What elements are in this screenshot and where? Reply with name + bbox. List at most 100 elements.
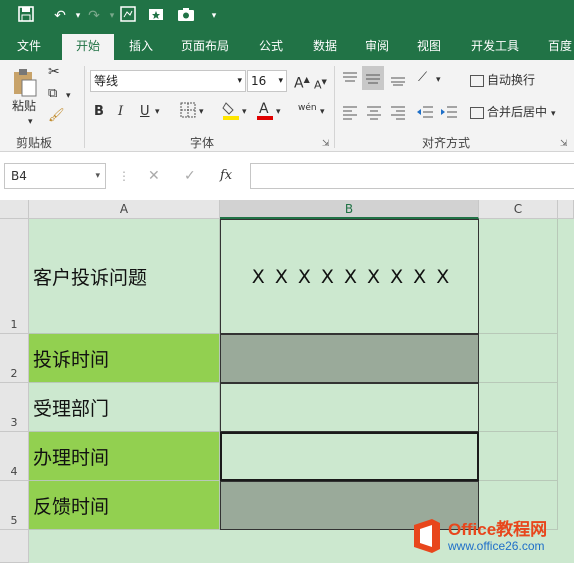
copy-dropdown-icon[interactable]: ▾ — [66, 88, 71, 104]
merge-center-button[interactable]: 合并后居中 ▾ — [470, 104, 556, 122]
row-header-4[interactable]: 4 — [0, 432, 29, 481]
align-middle-icon[interactable] — [362, 66, 384, 90]
cell-a1[interactable]: 客户投诉问题 — [29, 219, 220, 334]
font-name-select[interactable]: 等线 ▾ — [90, 70, 246, 92]
merge-center-label: 合并后居中 — [487, 105, 548, 119]
underline-button[interactable]: U — [140, 104, 150, 120]
title-bar: ↶ ▾ ↷ ▾ ▾ — [0, 0, 574, 32]
save-icon[interactable] — [16, 6, 36, 26]
redo-icon[interactable]: ↷ — [84, 6, 104, 26]
chevron-down-icon: ▾ — [237, 76, 242, 86]
row-header-6[interactable] — [0, 530, 29, 563]
merge-dropdown-icon[interactable]: ▾ — [551, 109, 556, 119]
font-color-icon[interactable]: A — [256, 100, 274, 124]
cancel-icon[interactable]: ✕ — [148, 168, 160, 184]
column-header-d[interactable] — [558, 200, 574, 219]
camera-icon[interactable] — [176, 6, 196, 26]
paste-icon[interactable] — [12, 68, 38, 102]
column-header-a[interactable]: A — [29, 200, 220, 219]
row-header-1[interactable]: 1 — [0, 219, 29, 334]
name-box[interactable]: B4 ▾ — [4, 163, 106, 189]
svg-text:A: A — [259, 101, 269, 117]
cell-a3[interactable]: 受理部门 — [29, 383, 220, 432]
paste-dropdown-icon[interactable]: ▾ — [28, 114, 33, 130]
customize-qa-icon[interactable]: ▾ — [204, 6, 224, 26]
screenshot-icon[interactable] — [118, 6, 138, 26]
grow-font-icon[interactable]: A▲ — [294, 72, 310, 92]
formula-input[interactable] — [250, 163, 574, 189]
wrap-text-label: 自动换行 — [487, 73, 536, 87]
row-header-3[interactable]: 3 — [0, 383, 29, 432]
tab-baidu[interactable]: 百度 — [540, 32, 574, 60]
align-top-icon[interactable] — [342, 70, 358, 90]
increase-indent-icon[interactable] — [440, 104, 458, 124]
orientation-icon[interactable]: ⟋ — [418, 70, 427, 86]
cut-icon[interactable]: ✂ — [48, 64, 60, 80]
group-label-font: 字体 — [190, 136, 215, 150]
align-left-icon[interactable] — [342, 104, 358, 124]
tab-page-layout[interactable]: 页面布局 — [172, 32, 238, 60]
font-dialog-launcher-icon[interactable]: ⇲ — [322, 136, 330, 152]
column-header-c[interactable]: C — [479, 200, 558, 219]
font-color-dropdown-icon[interactable]: ▾ — [276, 104, 281, 120]
bold-button[interactable]: B — [94, 104, 104, 120]
paste-label[interactable]: 粘贴 — [12, 98, 36, 114]
cell-b4[interactable] — [220, 432, 479, 481]
align-right-icon[interactable] — [390, 104, 406, 124]
format-painter-icon[interactable]: 🖌 — [48, 108, 65, 124]
ribbon: 粘贴 ▾ ✂ ⧉ ▾ 🖌 剪贴板 等线 ▾ 16 ▾ A▲ A▼ B I U ▾ ▾… — [0, 60, 574, 152]
cell-a4[interactable]: 办理时间 — [29, 432, 220, 481]
merge-center-icon — [470, 106, 484, 119]
ribbon-divider — [334, 66, 335, 148]
tab-home[interactable]: 开始 — [62, 34, 114, 60]
cell-c1[interactable] — [479, 219, 558, 334]
tab-view[interactable]: 视图 — [406, 32, 452, 60]
tab-review[interactable]: 审阅 — [354, 32, 400, 60]
tab-insert[interactable]: 插入 — [118, 32, 164, 60]
group-label-clipboard: 剪贴板 — [16, 136, 53, 150]
cell-b3[interactable] — [220, 383, 479, 432]
vertical-dots-icon[interactable]: ⋮ — [118, 168, 130, 184]
fill-color-dropdown-icon[interactable]: ▾ — [242, 104, 247, 120]
group-label-alignment: 对齐方式 — [422, 136, 471, 150]
enter-icon[interactable]: ✓ — [184, 168, 196, 184]
font-size-select[interactable]: 16 ▾ — [247, 70, 287, 92]
alignment-dialog-launcher-icon[interactable]: ⇲ — [560, 136, 568, 152]
underline-dropdown-icon[interactable]: ▾ — [155, 104, 160, 120]
shrink-font-icon[interactable]: A▼ — [314, 74, 327, 94]
wrap-text-button[interactable]: 自动换行 — [470, 72, 535, 88]
cell-c2[interactable] — [479, 334, 558, 383]
phonetic-icon[interactable]: wén — [298, 100, 317, 116]
align-center-icon[interactable] — [366, 104, 382, 124]
tab-file[interactable]: 文件 — [6, 32, 52, 60]
select-all-corner[interactable] — [0, 200, 29, 219]
border-icon[interactable] — [180, 102, 196, 122]
orientation-dropdown-icon[interactable]: ▾ — [436, 72, 441, 88]
tab-data[interactable]: 数据 — [302, 32, 348, 60]
cell-b2[interactable] — [220, 334, 479, 383]
phonetic-dropdown-icon[interactable]: ▾ — [320, 104, 325, 120]
row-header-5[interactable]: 5 — [0, 481, 29, 530]
ribbon-tabs: 文件 开始 插入 页面布局 公式 数据 审阅 视图 开发工具 百度 — [0, 32, 574, 60]
watermark: Office教程网 www.office26.com — [410, 515, 570, 557]
copy-icon[interactable]: ⧉ — [48, 86, 57, 102]
watermark-brand: Office教程网 — [448, 520, 548, 539]
star-folder-icon[interactable] — [146, 6, 166, 26]
tab-developer[interactable]: 开发工具 — [462, 32, 528, 60]
italic-button[interactable]: I — [118, 104, 123, 120]
insert-function-button[interactable]: fx — [220, 168, 232, 184]
cell-b1[interactable]: X X X X X X X X X — [220, 219, 479, 334]
border-dropdown-icon[interactable]: ▾ — [199, 104, 204, 120]
chevron-down-icon: ▾ — [278, 76, 283, 86]
row-header-2[interactable]: 2 — [0, 334, 29, 383]
fill-color-icon[interactable] — [222, 100, 240, 124]
cell-c3[interactable] — [479, 383, 558, 432]
cell-c4[interactable] — [479, 432, 558, 481]
align-bottom-icon[interactable] — [390, 70, 406, 90]
cell-a5[interactable]: 反馈时间 — [29, 481, 220, 530]
decrease-indent-icon[interactable] — [416, 104, 434, 124]
undo-icon[interactable]: ↶ — [50, 6, 70, 26]
column-header-b[interactable]: B — [220, 200, 479, 219]
tab-formulas[interactable]: 公式 — [248, 32, 294, 60]
cell-a2[interactable]: 投诉时间 — [29, 334, 220, 383]
